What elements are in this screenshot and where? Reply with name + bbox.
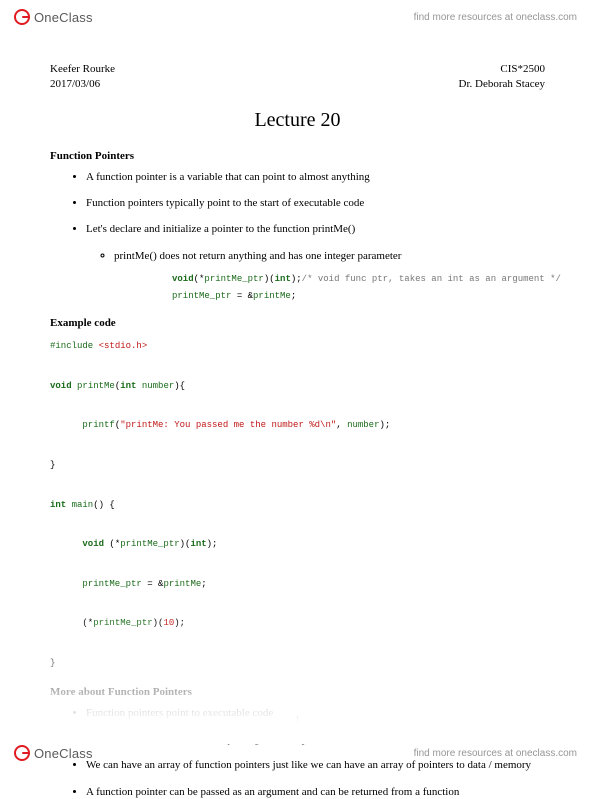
logo-icon [14, 9, 30, 25]
bullet-list-1: A function pointer is a variable that ca… [86, 170, 545, 305]
course-code: CIS*2500 [500, 62, 545, 77]
code-snippet-example: #include <stdio.h> void printMe(int numb… [50, 337, 545, 674]
page-title: Lecture 20 [50, 109, 545, 132]
list-item: Function pointers point to executable co… [86, 706, 545, 720]
watermark-bottom: OneClass find more resources at oneclass… [0, 740, 595, 766]
page-number: 1 [295, 715, 300, 726]
section-heading-fp: Function Pointers [50, 150, 545, 162]
list-item: A function pointer can be passed as an a… [86, 785, 545, 799]
code-snippet-decl: void(*printMe_ptr)(int);/* void func ptr… [172, 271, 545, 305]
brand-text: OneClass [34, 746, 93, 761]
watermark-top: OneClass find more resources at oneclass… [0, 4, 595, 30]
sub-bullet-list: printMe() does not return anything and h… [114, 249, 545, 305]
meta-row-1: Keefer Rourke CIS*2500 [50, 62, 545, 77]
brand-logo: OneClass [14, 9, 93, 25]
sub-bullet-text: printMe() does not return anything and h… [114, 250, 401, 262]
list-item: Let's declare and initialize a pointer t… [86, 222, 545, 305]
doc-date: 2017/03/06 [50, 77, 100, 92]
author-name: Keefer Rourke [50, 62, 115, 77]
page-content: Keefer Rourke CIS*2500 2017/03/06 Dr. De… [0, 32, 595, 738]
resources-link-top[interactable]: find more resources at oneclass.com [414, 12, 577, 23]
list-item: A function pointer is a variable that ca… [86, 170, 545, 184]
list-item-text: Let's declare and initialize a pointer t… [86, 223, 355, 235]
section-heading-example: Example code [50, 317, 545, 329]
list-item: printMe() does not return anything and h… [114, 249, 545, 305]
brand-text: OneClass [34, 10, 93, 25]
instructor-name: Dr. Deborah Stacey [459, 77, 545, 92]
list-item: Function pointers typically point to the… [86, 196, 545, 210]
section-heading-more: More about Function Pointers [50, 686, 545, 698]
resources-link-bottom[interactable]: find more resources at oneclass.com [414, 748, 577, 759]
meta-row-2: 2017/03/06 Dr. Deborah Stacey [50, 77, 545, 92]
logo-icon [14, 745, 30, 761]
brand-logo: OneClass [14, 745, 93, 761]
